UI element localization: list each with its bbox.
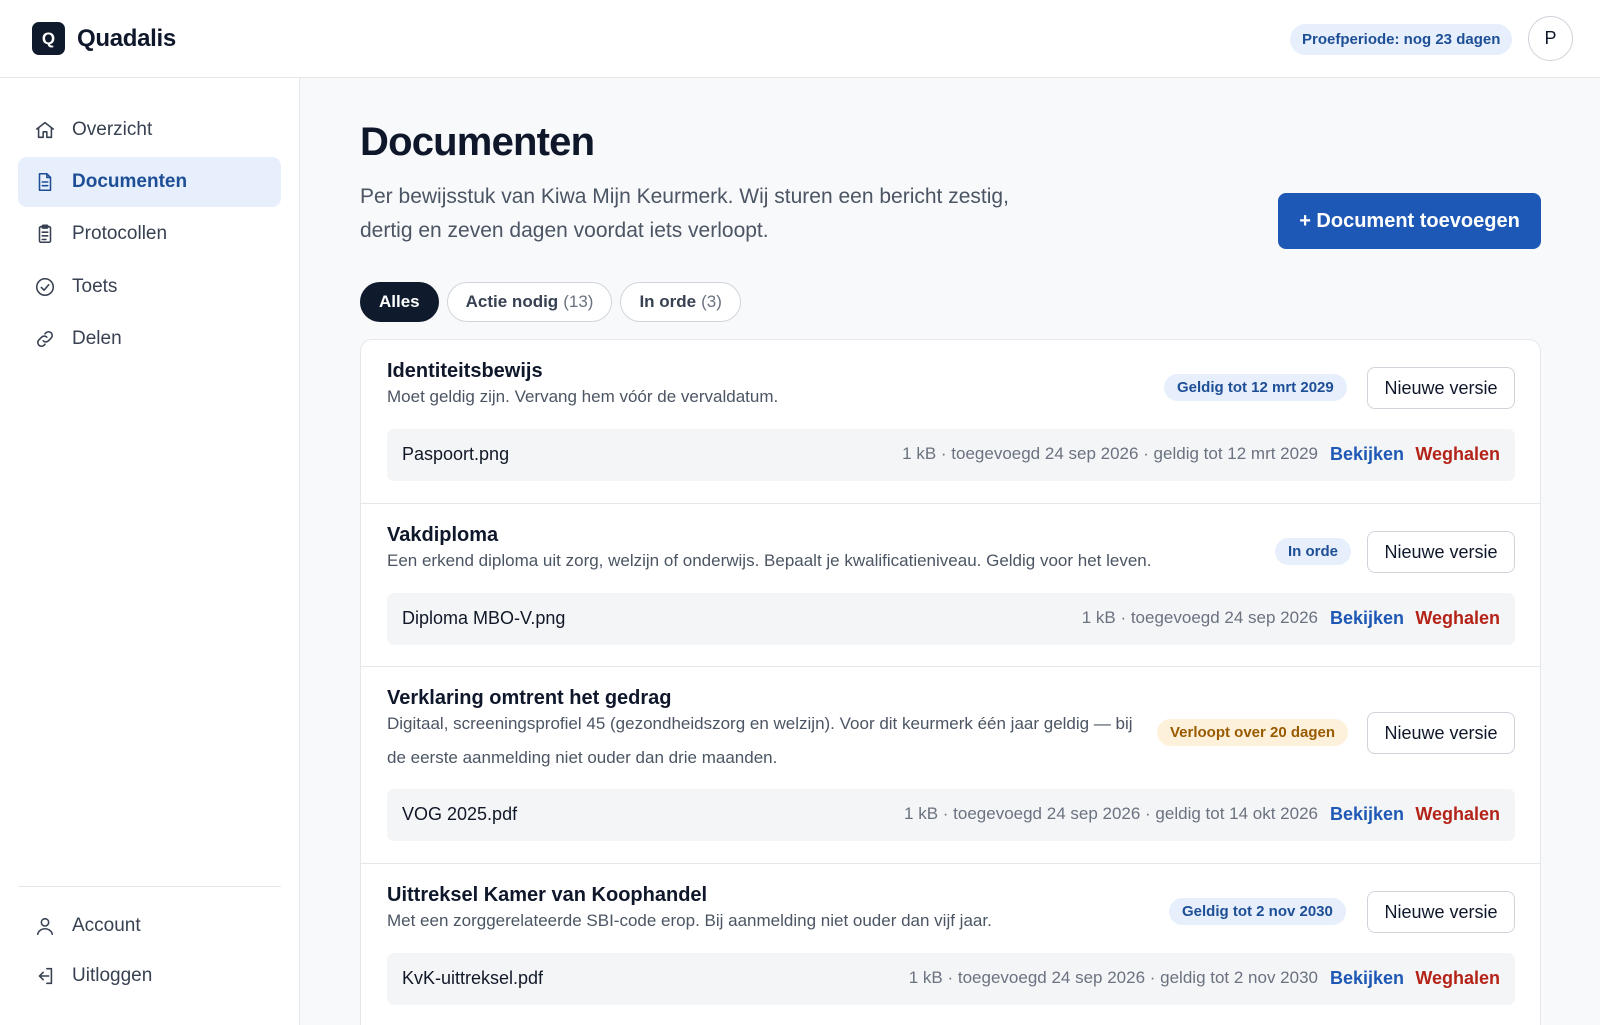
document-item: Identiteitsbewijs Moet geldig zijn. Verv… <box>361 340 1540 503</box>
sidebar-item-delen[interactable]: Delen <box>18 314 281 364</box>
file-row: KvK-uittreksel.pdf 1 kB · toegevoegd 24 … <box>387 953 1515 1005</box>
sidebar-item-protocollen[interactable]: Protocollen <box>18 209 281 259</box>
document-item: Verklaring omtrent het gedrag Digitaal, … <box>361 666 1540 863</box>
file-name: Paspoort.png <box>402 444 510 464</box>
sidebar-item-label: Delen <box>72 328 122 349</box>
filter-count: (13) <box>563 292 594 311</box>
page-title: Documenten <box>360 120 595 164</box>
new-version-button[interactable]: Nieuwe versie <box>1367 531 1515 573</box>
new-version-button[interactable]: Nieuwe versie <box>1367 891 1515 933</box>
filter-alles[interactable]: Alles <box>360 282 439 322</box>
document-item: Vakdiploma Een erkend diploma uit zorg, … <box>361 503 1540 666</box>
sidebar-item-label: Documenten <box>72 171 188 192</box>
status-badge: In orde <box>1275 538 1352 565</box>
file-meta: 1 kB · toegevoegd 24 sep 2026 · geldig t… <box>904 804 1318 823</box>
logo[interactable]: Q Quadalis <box>32 22 176 55</box>
remove-link[interactable]: Weghalen <box>1415 968 1500 989</box>
status-badge: Verloopt over 20 dagen <box>1157 719 1349 746</box>
filter-label: Alles <box>379 292 420 311</box>
sidebar-item-overzicht[interactable]: Overzicht <box>18 105 281 155</box>
document-item: Uittreksel Kamer van Koophandel Met een … <box>361 863 1540 1025</box>
trial-badge: Proefperiode: nog 23 dagen <box>1290 24 1513 55</box>
remove-link[interactable]: Weghalen <box>1415 804 1500 825</box>
sidebar-item-label: Protocollen <box>72 223 168 244</box>
add-document-button[interactable]: + Document toevoegen <box>1278 193 1541 249</box>
page-subtitle: Per bewijsstuk van Kiwa Mijn Keurmerk. W… <box>360 185 1009 242</box>
file-row: Paspoort.png 1 kB · toegevoegd 24 sep 20… <box>387 429 1515 481</box>
filter-in-orde[interactable]: In orde (3) <box>620 282 741 322</box>
filter-actie-nodig[interactable]: Actie nodig (13) <box>446 282 613 322</box>
logo-mark: Q <box>32 22 65 55</box>
sidebar-item-label: Toets <box>72 276 118 297</box>
remove-link[interactable]: Weghalen <box>1415 608 1500 629</box>
file-meta: 1 kB · toegevoegd 24 sep 2026 · geldig t… <box>902 444 1318 463</box>
user-icon <box>34 915 56 937</box>
document-icon <box>34 171 56 193</box>
filter-label: Actie nodig <box>465 292 559 311</box>
filter-tabs: Alles Actie nodig (13) In orde (3) <box>360 282 741 322</box>
sidebar-item-toets[interactable]: Toets <box>18 262 281 312</box>
view-link[interactable]: Bekijken <box>1330 444 1404 465</box>
sidebar-item-account[interactable]: Account <box>18 901 281 951</box>
home-icon <box>34 119 56 141</box>
sidebar-item-uitloggen[interactable]: Uitloggen <box>18 951 281 1001</box>
filter-label: In orde <box>639 292 697 311</box>
app-name: Quadalis <box>77 24 176 52</box>
top-bar: Q Quadalis Proefperiode: nog 23 dagen P <box>0 0 1600 78</box>
status-badge: Geldig tot 12 mrt 2029 <box>1164 374 1347 401</box>
file-meta: 1 kB · toegevoegd 24 sep 2026 <box>1081 608 1318 627</box>
documents-list: Identiteitsbewijs Moet geldig zijn. Verv… <box>360 339 1541 1025</box>
logout-icon <box>34 965 56 987</box>
file-name: VOG 2025.pdf <box>402 804 518 824</box>
new-version-button[interactable]: Nieuwe versie <box>1367 367 1515 409</box>
link-icon <box>34 328 56 350</box>
document-description: Met een zorggerelateerde SBI-code erop. … <box>387 911 992 930</box>
file-name: KvK-uittreksel.pdf <box>402 968 544 988</box>
status-badge: Geldig tot 2 nov 2030 <box>1169 898 1346 925</box>
view-link[interactable]: Bekijken <box>1330 804 1404 825</box>
sidebar-divider <box>18 886 281 887</box>
document-description: Digitaal, screeningsprofiel 45 (gezondhe… <box>387 714 1133 767</box>
remove-link[interactable]: Weghalen <box>1415 444 1500 465</box>
sidebar-item-label: Account <box>72 915 141 936</box>
clipboard-icon <box>34 223 56 245</box>
filter-count: (3) <box>701 292 722 311</box>
view-link[interactable]: Bekijken <box>1330 968 1404 989</box>
sidebar-item-label: Uitloggen <box>72 965 153 986</box>
file-name: Diploma MBO-V.png <box>402 608 566 628</box>
document-description: Moet geldig zijn. Vervang hem vóór de ve… <box>387 387 779 406</box>
sidebar-item-documenten[interactable]: Documenten <box>18 157 281 207</box>
file-meta: 1 kB · toegevoegd 24 sep 2026 · geldig t… <box>908 968 1318 987</box>
new-version-button[interactable]: Nieuwe versie <box>1367 712 1515 754</box>
file-row: Diploma MBO-V.png 1 kB · toegevoegd 24 s… <box>387 593 1515 645</box>
file-row: VOG 2025.pdf 1 kB · toegevoegd 24 sep 20… <box>387 789 1515 841</box>
document-description: Een erkend diploma uit zorg, welzijn of … <box>387 551 1152 570</box>
avatar[interactable]: P <box>1528 16 1573 61</box>
check-circle-icon <box>34 276 56 298</box>
view-link[interactable]: Bekijken <box>1330 608 1404 629</box>
sidebar: Overzicht Documenten Protocollen Toets D… <box>0 78 300 1025</box>
sidebar-item-label: Overzicht <box>72 119 153 140</box>
